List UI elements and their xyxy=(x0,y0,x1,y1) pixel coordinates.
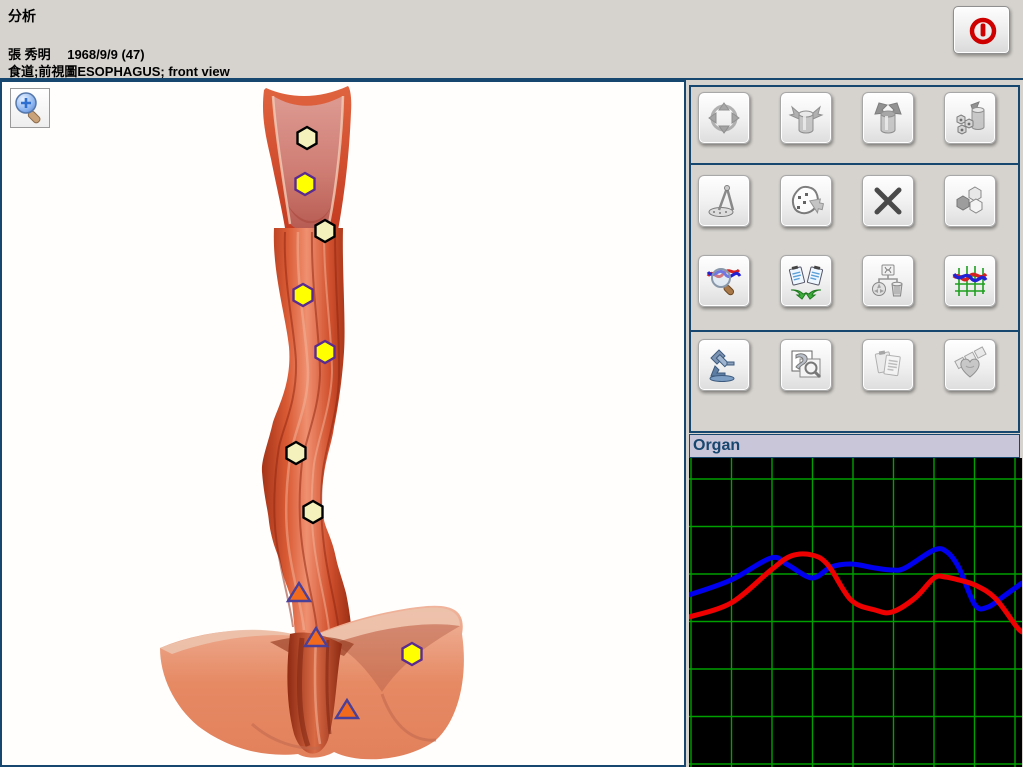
toolbar-button-inspect-waves[interactable] xyxy=(698,255,750,307)
move-rotate-icon xyxy=(705,99,743,137)
inspect-waves-icon xyxy=(705,262,743,300)
toolbar-button-import-cylinder[interactable] xyxy=(862,92,914,144)
triangle-marker-triangle[interactable] xyxy=(336,700,358,718)
toolbar-button-measure-caliper[interactable] xyxy=(698,175,750,227)
toolbar-button-heart-frames[interactable] xyxy=(944,339,996,391)
select-region-icon xyxy=(787,182,825,220)
toolbar-button-waves-grid[interactable] xyxy=(944,255,996,307)
toolbar xyxy=(689,85,1020,433)
hexagon-cluster-icon xyxy=(951,182,989,220)
waveform-plot xyxy=(689,458,1022,767)
organ-preview-icon xyxy=(787,346,825,384)
toolbar-button-clipboard-notes[interactable] xyxy=(862,339,914,391)
right-panel: Organ xyxy=(686,80,1023,767)
delete-x-icon xyxy=(869,182,907,220)
organ-panel-header: Organ xyxy=(689,434,1020,458)
toolbar-group-2 xyxy=(689,163,1020,330)
toolbar-group-1 xyxy=(689,85,1020,163)
organ-view-label: 食道;前視圖ESOPHAGUS; front view xyxy=(8,61,230,80)
swap-documents-icon xyxy=(787,262,825,300)
toolbar-button-hexagon-cluster[interactable] xyxy=(944,175,996,227)
toolbar-button-select-region[interactable] xyxy=(780,175,832,227)
hexagon-marker-hex_bright[interactable] xyxy=(296,173,315,195)
toolbar-button-move-rotate[interactable] xyxy=(698,92,750,144)
toolbar-button-microscope[interactable] xyxy=(698,339,750,391)
waves-grid-icon xyxy=(951,262,989,300)
clipboard-notes-icon xyxy=(869,346,907,384)
microscope-icon xyxy=(705,346,743,384)
hexagon-marker-hex_pale[interactable] xyxy=(304,501,323,523)
recycle-process-icon xyxy=(869,262,907,300)
measure-caliper-icon xyxy=(705,182,743,220)
exit-button[interactable] xyxy=(953,6,1010,54)
hexagon-marker-hex_pale[interactable] xyxy=(316,220,335,242)
heart-frames-icon xyxy=(951,346,989,384)
hexagon-marker-hex_bright[interactable] xyxy=(294,284,313,306)
triangle-marker-triangle[interactable] xyxy=(288,583,310,601)
organ-waveform-chart xyxy=(689,458,1022,767)
export-cylinder-icon xyxy=(787,99,825,137)
header-bar: 分析 張 秀明 1968/9/9 (47) 食道;前視圖ESOPHAGUS; f… xyxy=(0,0,1023,80)
toolbar-button-recycle-process[interactable] xyxy=(862,255,914,307)
triangle-marker-triangle[interactable] xyxy=(305,628,327,646)
hexagon-marker-hex_bright[interactable] xyxy=(403,643,422,665)
anatomy-viewport xyxy=(0,80,686,767)
toolbar-button-export-cylinder[interactable] xyxy=(780,92,832,144)
import-cylinder-icon xyxy=(869,99,907,137)
markers-layer xyxy=(2,82,684,765)
toolbar-group-3 xyxy=(689,330,1020,433)
fill-cylinder-icon xyxy=(951,99,989,137)
toolbar-button-swap-documents[interactable] xyxy=(780,255,832,307)
page-title: 分析 xyxy=(8,6,36,26)
toolbar-button-delete[interactable] xyxy=(862,175,914,227)
hexagon-marker-hex_bright[interactable] xyxy=(316,341,335,363)
organ-panel-title: Organ xyxy=(693,437,740,454)
toolbar-button-fill-cylinder[interactable] xyxy=(944,92,996,144)
hexagon-marker-hex_pale[interactable] xyxy=(298,127,317,149)
hexagon-marker-hex_pale[interactable] xyxy=(287,442,306,464)
toolbar-button-organ-preview[interactable] xyxy=(780,339,832,391)
